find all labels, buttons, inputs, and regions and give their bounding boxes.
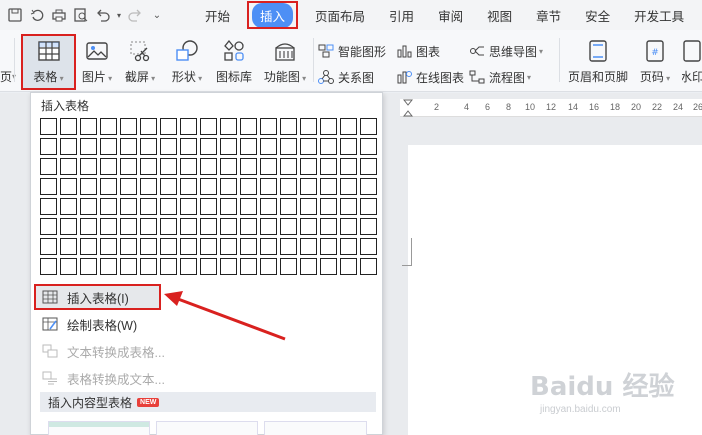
baidu-watermark-logo: Baidu 经验 bbox=[530, 372, 675, 402]
baidu-watermark-url: jingyan.baidu.com bbox=[540, 404, 621, 415]
